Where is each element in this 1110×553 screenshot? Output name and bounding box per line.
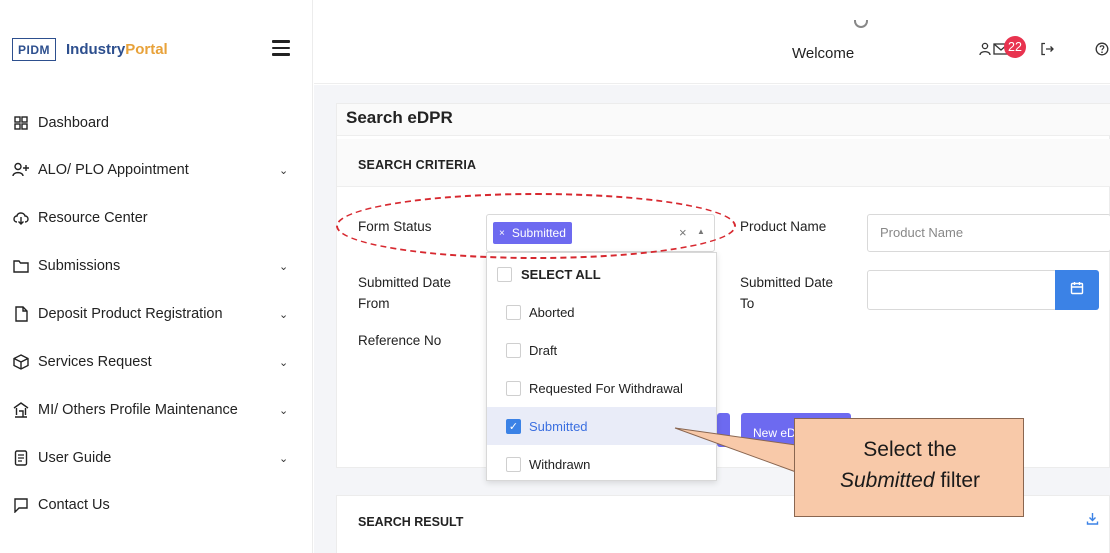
checkbox[interactable] — [506, 380, 521, 396]
submitted-from-label: Submitted Date From — [358, 275, 452, 311]
chevron-down-icon[interactable]: ⌄ — [279, 452, 288, 465]
dropdown-option-draft[interactable]: Draft — [487, 331, 716, 369]
submitted-to-input[interactable] — [867, 270, 1057, 310]
dropdown-option-withdrawn[interactable]: Withdrawn — [487, 445, 716, 483]
sidebar-item-label: Contact Us — [38, 497, 110, 513]
callout-emphasis: Submitted — [839, 469, 935, 492]
sidebar-item-label: Submissions — [38, 258, 121, 274]
sidebar-item-user-guide[interactable]: User Guide ⌄ — [0, 438, 313, 478]
search-panel: Search eDPR SEARCH CRITERIA Form Status … — [336, 103, 1110, 468]
chevron-down-icon[interactable]: ⌄ — [279, 164, 288, 177]
sidebar-item-label: User Guide — [38, 450, 112, 466]
dropdown-option-select-all[interactable]: SELECT ALL — [487, 255, 716, 293]
logout-icon[interactable] — [1040, 42, 1054, 59]
chevron-down-icon[interactable]: ⌄ — [279, 356, 288, 369]
sidebar-item-submissions[interactable]: Submissions ⌄ — [0, 246, 313, 286]
chevron-down-icon[interactable]: ⌄ — [279, 260, 288, 273]
sidebar-item-dashboard[interactable]: Dashboard — [0, 103, 313, 143]
menu-toggle-icon[interactable] — [272, 40, 290, 56]
page-title: Search eDPR — [346, 108, 453, 127]
callout-line1: Select the — [863, 438, 957, 461]
sidebar-item-label: Resource Center — [38, 210, 148, 226]
checkbox[interactable] — [497, 266, 512, 282]
user-add-icon — [12, 161, 30, 179]
dropdown-option-requested-for-withdrawal[interactable]: Requested For Withdrawal — [487, 369, 716, 407]
search-button[interactable] — [717, 413, 730, 447]
section-title: SEARCH RESULT — [358, 515, 464, 529]
dropdown-option-aborted[interactable]: Aborted — [487, 293, 716, 331]
sidebar-item-label: Deposit Product Registration — [38, 306, 223, 322]
download-icon[interactable] — [1086, 512, 1099, 528]
section-title: SEARCH CRITERIA — [358, 158, 477, 172]
loading-indicator — [854, 20, 868, 28]
folder-icon — [12, 257, 30, 275]
dashboard-grid-icon — [12, 114, 30, 132]
calendar-icon — [1070, 281, 1084, 300]
user-icon[interactable] — [978, 42, 992, 59]
calendar-button[interactable] — [1055, 270, 1099, 310]
sidebar-item-resource-center[interactable]: Resource Center — [0, 198, 313, 238]
sidebar: PIDM IndustryPortal Dashboard ALO/ PLO A… — [0, 0, 313, 553]
sidebar-item-label: Services Request — [38, 354, 152, 370]
box-icon — [12, 353, 30, 371]
checkbox[interactable] — [506, 304, 521, 320]
highlight-ellipse — [336, 193, 736, 259]
chat-icon — [12, 496, 30, 514]
cloud-download-icon — [12, 209, 30, 227]
sidebar-item-label: Dashboard — [38, 115, 109, 131]
callout-line2: filter — [934, 469, 981, 492]
instruction-callout: Select the Submitted filter — [794, 418, 1024, 517]
sidebar-item-profile-maintenance[interactable]: MI/ Others Profile Maintenance ⌄ — [0, 390, 313, 430]
chevron-down-icon[interactable]: ⌄ — [279, 404, 288, 417]
reference-no-label: Reference No — [358, 333, 442, 348]
dropdown-option-submitted[interactable]: ✓ Submitted — [487, 407, 716, 445]
help-icon[interactable] — [1095, 42, 1109, 59]
sidebar-item-services-request[interactable]: Services Request ⌄ — [0, 342, 313, 382]
notification-badge[interactable]: 22 — [1004, 36, 1026, 58]
submitted-to-label: Submitted Date To — [740, 275, 834, 311]
sidebar-item-deposit-product-registration[interactable]: Deposit Product Registration ⌄ — [0, 294, 313, 334]
form-status-dropdown: SELECT ALL Aborted Draft Requested For W… — [486, 252, 717, 481]
checkbox[interactable] — [506, 342, 521, 358]
bank-icon — [12, 401, 30, 419]
chevron-down-icon[interactable]: ⌄ — [279, 308, 288, 321]
welcome-text: Welcome — [792, 45, 855, 62]
checkbox-checked-icon[interactable]: ✓ — [506, 418, 521, 434]
product-name-label: Product Name — [740, 219, 827, 234]
product-name-input[interactable]: Product Name — [867, 214, 1110, 252]
pidm-logo: PIDM — [12, 37, 56, 61]
sidebar-item-alo-plo-appointment[interactable]: ALO/ PLO Appointment ⌄ — [0, 150, 313, 190]
brand-name: IndustryPortal — [66, 40, 168, 58]
sidebar-item-contact-us[interactable]: Contact Us — [0, 485, 313, 525]
book-icon — [12, 449, 30, 467]
top-header: Welcome 22 — [314, 0, 1110, 84]
sidebar-item-label: ALO/ PLO Appointment — [38, 162, 189, 178]
checkbox[interactable] — [506, 456, 521, 472]
brand[interactable]: PIDM IndustryPortal — [12, 36, 168, 62]
sidebar-item-label: MI/ Others Profile Maintenance — [38, 402, 238, 418]
document-icon — [12, 305, 30, 323]
